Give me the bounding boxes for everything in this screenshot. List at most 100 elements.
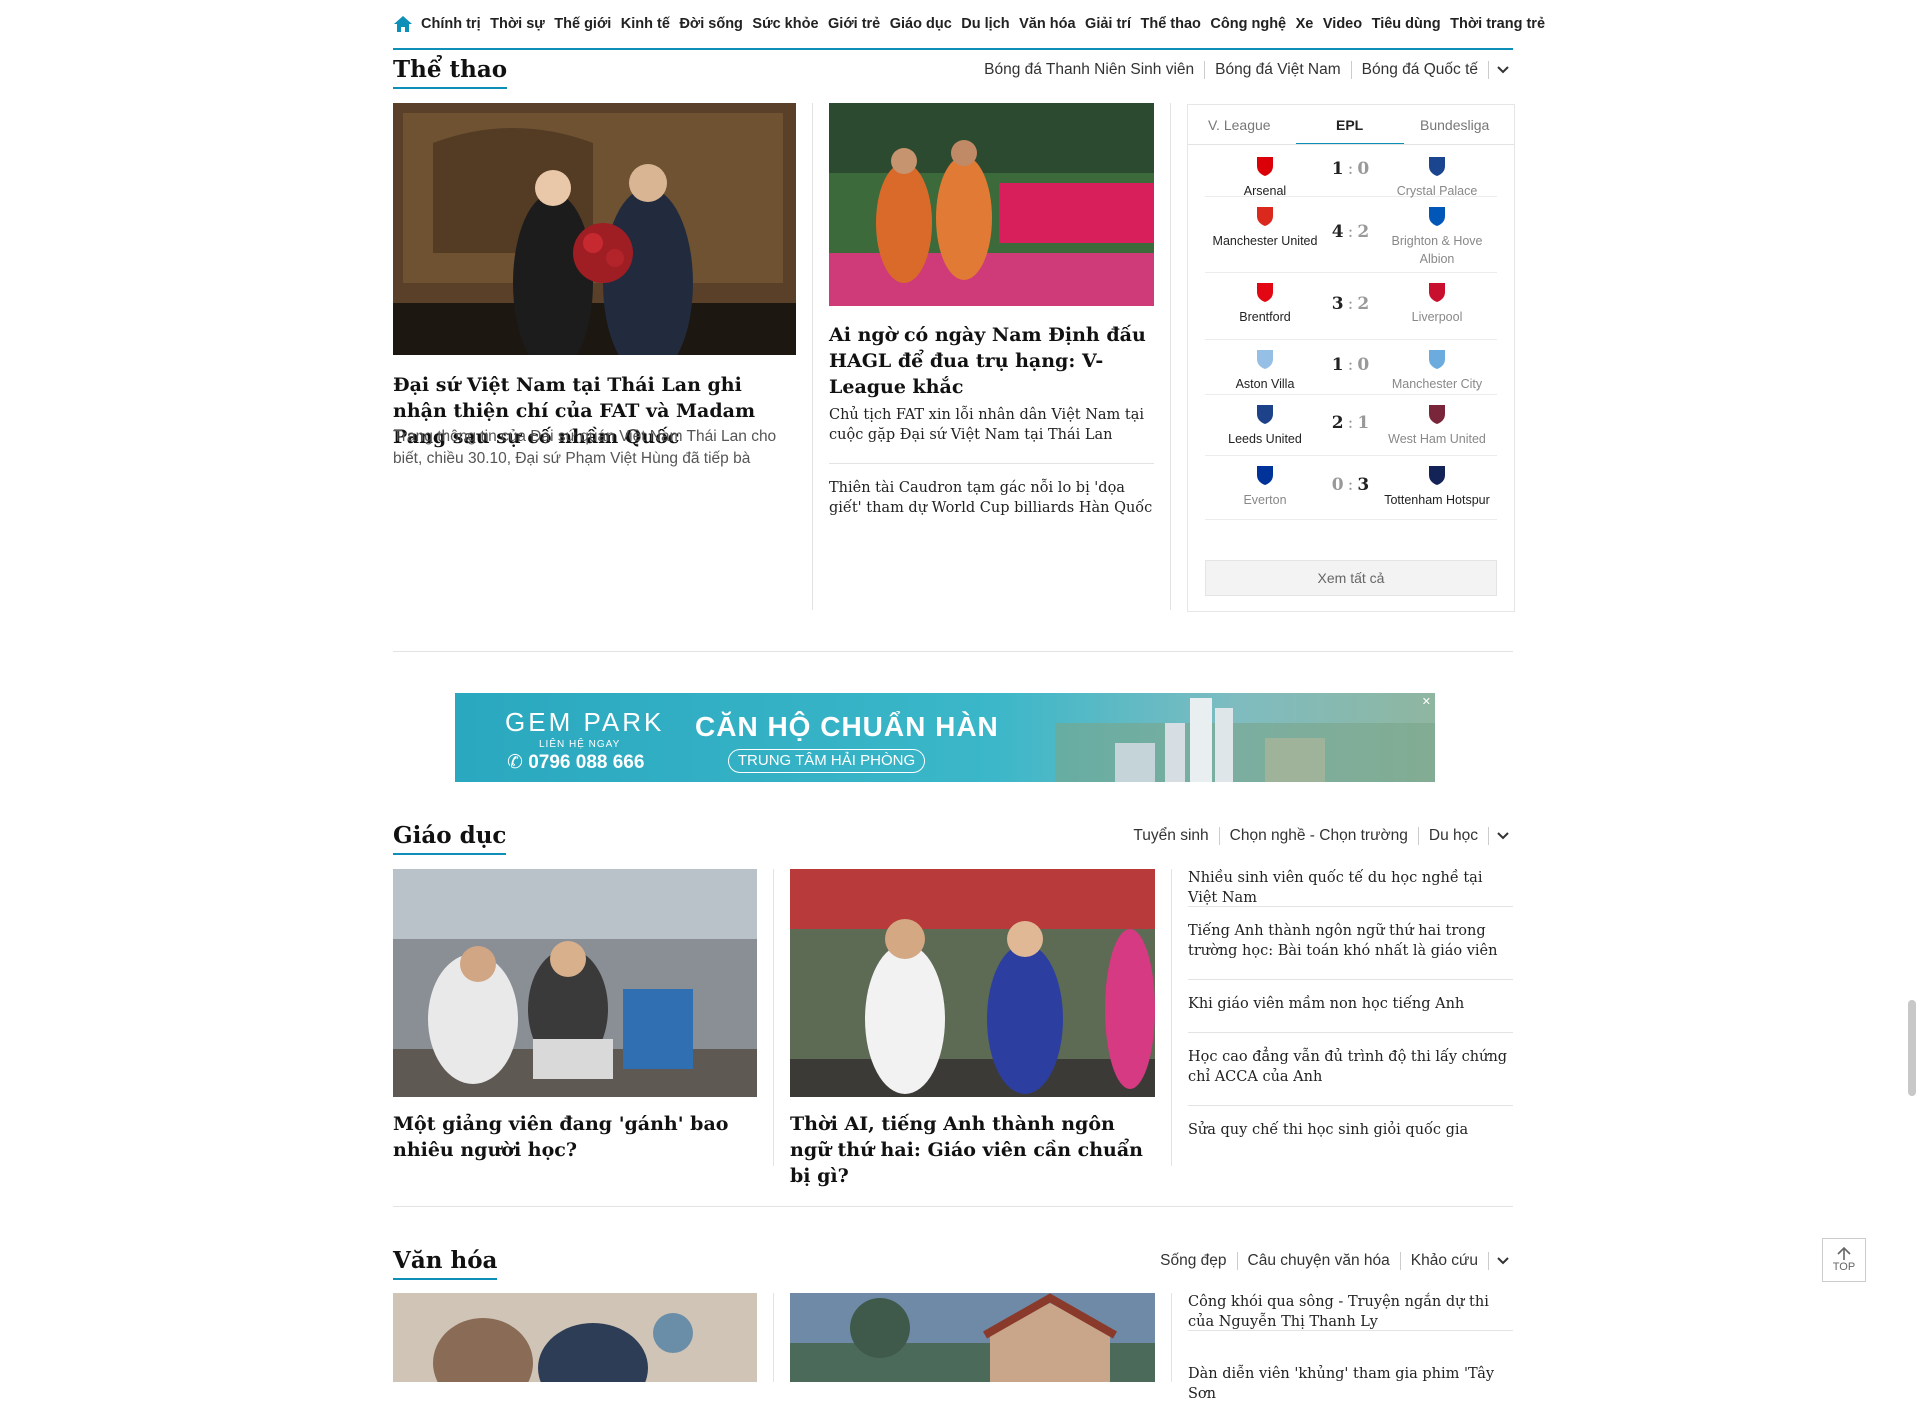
- away-team[interactable]: Tottenham Hotspur: [1377, 463, 1497, 509]
- education-image-1[interactable]: [393, 869, 757, 1097]
- sport-sub-sinh-vien[interactable]: Bóng đá Thanh Niên Sinh viên: [974, 61, 1206, 79]
- away-team[interactable]: West Ham United: [1377, 402, 1497, 448]
- tab-epl[interactable]: EPL: [1336, 117, 1363, 133]
- sport-section-title[interactable]: Thể thao: [393, 56, 508, 89]
- ad-choices-icon[interactable]: ✕: [1422, 695, 1431, 708]
- nav-item-cong-nghe[interactable]: Công nghệ: [1210, 16, 1286, 32]
- match-row[interactable]: Everton Tottenham Hotspur 0:3: [1205, 455, 1497, 520]
- home-team[interactable]: Brentford: [1205, 280, 1325, 326]
- match-row[interactable]: Brentford Liverpool 3:2: [1205, 272, 1497, 340]
- match-row[interactable]: Arsenal Crystal Palace 1:0: [1205, 146, 1497, 200]
- home-team[interactable]: Arsenal: [1205, 154, 1325, 200]
- sport-sub-viet-nam[interactable]: Bóng đá Việt Nam: [1205, 61, 1352, 79]
- nav-item-the-thao[interactable]: Thể thao: [1140, 16, 1200, 32]
- education-image-2[interactable]: [790, 869, 1155, 1097]
- culture-sub-khao-cuu[interactable]: Khảo cứu: [1401, 1252, 1489, 1270]
- match-score: 0:3: [1325, 475, 1377, 495]
- tab-v-league[interactable]: V. League: [1208, 117, 1271, 133]
- sport-main-image[interactable]: [393, 103, 796, 355]
- home-team[interactable]: Leeds United: [1205, 402, 1325, 448]
- culture-image-1[interactable]: [393, 1293, 757, 1382]
- team-crest-icon: [1257, 350, 1273, 369]
- divider: [1188, 1105, 1513, 1106]
- culture-sub-song-dep[interactable]: Sống đẹp: [1150, 1252, 1238, 1270]
- ad-phone-number: 0796 088 666: [528, 752, 645, 773]
- nav-item-gioi-tre[interactable]: Giới trẻ: [828, 16, 880, 32]
- sport-second-headline[interactable]: Ai ngờ có ngày Nam Định đấu HAGL để đua …: [829, 322, 1154, 400]
- nav-item-giai-tri[interactable]: Giải trí: [1085, 16, 1131, 32]
- match-score: 4:2: [1325, 222, 1377, 242]
- nav-item-the-gioi[interactable]: Thế giới: [554, 16, 611, 32]
- chevron-down-icon[interactable]: [1493, 826, 1513, 846]
- education-sub-du-hoc[interactable]: Du học: [1419, 827, 1489, 845]
- chevron-down-icon[interactable]: [1493, 1251, 1513, 1271]
- nav-item-thoi-su[interactable]: Thời sự: [490, 16, 545, 32]
- scrollbar-thumb[interactable]: [1908, 1000, 1916, 1096]
- home-team[interactable]: Aston Villa: [1205, 347, 1325, 393]
- nav-item-giao-duc[interactable]: Giáo dục: [890, 16, 952, 32]
- away-team[interactable]: Manchester City: [1377, 347, 1497, 393]
- match-score: 3:2: [1325, 294, 1377, 314]
- sport-link-1[interactable]: Chủ tịch FAT xin lỗi nhân dân Việt Nam t…: [829, 405, 1154, 445]
- away-team[interactable]: Brighton & Hove Albion: [1377, 204, 1497, 268]
- team-name: Leeds United: [1228, 432, 1302, 446]
- education-link-5[interactable]: Sửa quy chế thi học sinh giỏi quốc gia: [1188, 1120, 1513, 1140]
- match-row[interactable]: Leeds United West Ham United 2:1: [1205, 394, 1497, 456]
- education-link-4[interactable]: Học cao đẳng vẫn đủ trình độ thi lấy chứ…: [1188, 1047, 1513, 1087]
- ad-subtitle: TRUNG TÂM HẢI PHÒNG: [728, 749, 925, 773]
- home-team[interactable]: Manchester United: [1205, 204, 1325, 250]
- advertisement-banner[interactable]: GEM PARK LIÊN HỆ NGAY ✆ 0796 088 666 CĂN…: [455, 693, 1435, 782]
- education-headline-1[interactable]: Một giảng viên đang 'gánh' bao nhiêu ngư…: [393, 1111, 757, 1163]
- nav-item-xe[interactable]: Xe: [1296, 16, 1314, 32]
- back-to-top-button[interactable]: TOP: [1822, 1238, 1866, 1282]
- education-headline-2[interactable]: Thời AI, tiếng Anh thành ngôn ngữ thứ ha…: [790, 1111, 1155, 1189]
- culture-sub-cau-chuyen[interactable]: Câu chuyện văn hóa: [1238, 1252, 1401, 1270]
- divider: [829, 463, 1154, 464]
- nav-item-video[interactable]: Video: [1323, 16, 1362, 32]
- nav-item-tieu-dung[interactable]: Tiêu dùng: [1372, 16, 1441, 32]
- culture-image-2[interactable]: [790, 1293, 1155, 1382]
- score-separator: :: [1347, 413, 1355, 433]
- education-link-3[interactable]: Khi giáo viên mầm non học tiếng Anh: [1188, 994, 1513, 1014]
- education-sub-tuyen-sinh[interactable]: Tuyển sinh: [1123, 827, 1220, 845]
- home-score: 0: [1331, 475, 1345, 495]
- home-score: 1: [1331, 159, 1345, 179]
- divider: [1188, 979, 1513, 980]
- view-all-button[interactable]: Xem tất cả: [1205, 560, 1497, 596]
- education-sub-chon-nghe[interactable]: Chọn nghề - Chọn trường: [1220, 827, 1419, 845]
- nav-item-thoi-trang-tre[interactable]: Thời trang trẻ: [1450, 16, 1545, 32]
- nav-item-kinh-te[interactable]: Kinh tế: [621, 16, 670, 32]
- nav-item-suc-khoe[interactable]: Sức khỏe: [752, 16, 818, 32]
- home-team[interactable]: Everton: [1205, 463, 1325, 509]
- divider: [1171, 1293, 1172, 1382]
- match-row[interactable]: Manchester United Brighton & Hove Albion 4…: [1205, 196, 1497, 273]
- education-section-title[interactable]: Giáo dục: [393, 822, 507, 855]
- nav-item-doi-song[interactable]: Đời sống: [679, 16, 742, 32]
- sport-sub-quoc-te[interactable]: Bóng đá Quốc tế: [1352, 61, 1489, 79]
- team-crest-icon: [1429, 283, 1445, 302]
- away-team[interactable]: Liverpool: [1377, 280, 1497, 326]
- sport-second-image[interactable]: [829, 103, 1154, 306]
- culture-link-1[interactable]: Công khói qua sông - Truyện ngắn dự thi …: [1188, 1292, 1513, 1332]
- nav-item-du-lich[interactable]: Du lịch: [961, 16, 1009, 32]
- nav-item-chinh-tri[interactable]: Chính trị: [421, 16, 481, 32]
- match-row[interactable]: Aston Villa Manchester City 1:0: [1205, 339, 1497, 395]
- culture-link-2[interactable]: Dàn diễn viên 'khủng' tham gia phim 'Tây…: [1188, 1364, 1513, 1404]
- chevron-down-icon[interactable]: [1493, 60, 1513, 80]
- education-link-2[interactable]: Tiếng Anh thành ngôn ngữ thứ hai trong t…: [1188, 921, 1513, 961]
- match-score: 1:0: [1325, 355, 1377, 375]
- home-icon[interactable]: [393, 13, 413, 35]
- education-link-1[interactable]: Nhiều sinh viên quốc tế du học nghề tại …: [1188, 868, 1513, 908]
- away-score: 0: [1357, 355, 1371, 375]
- away-score: 1: [1357, 413, 1371, 433]
- nav-item-van-hoa[interactable]: Văn hóa: [1019, 16, 1075, 32]
- away-score: 0: [1357, 159, 1371, 179]
- sport-main-sapo: Trang thông tin của Đại sứ quán Việt Nam…: [393, 428, 777, 467]
- divider: [1188, 1330, 1513, 1331]
- tab-bundesliga[interactable]: Bundesliga: [1420, 117, 1489, 133]
- sport-link-2[interactable]: Thiên tài Caudron tạm gác nỗi lo bị 'dọa…: [829, 478, 1154, 518]
- team-crest-icon: [1429, 207, 1445, 226]
- away-team[interactable]: Crystal Palace: [1377, 154, 1497, 200]
- team-crest-icon: [1429, 466, 1445, 485]
- culture-section-title[interactable]: Văn hóa: [393, 1247, 498, 1280]
